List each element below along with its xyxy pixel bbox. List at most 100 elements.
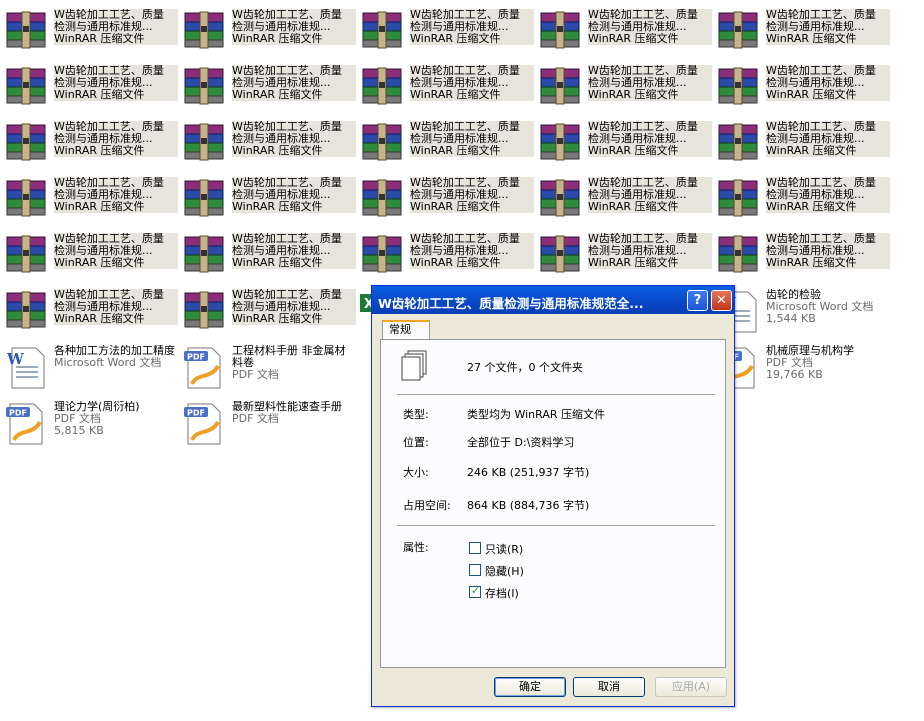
rar-file-item[interactable]: W齿轮加工工艺、质量 检测与通用标准规... WinRAR 压缩文件 bbox=[2, 288, 178, 340]
location-value: 全部位于 D:\资料学习 bbox=[467, 436, 575, 449]
help-button[interactable]: ? bbox=[687, 290, 708, 311]
readonly-label[interactable]: 只读(R) bbox=[485, 541, 523, 557]
rar-file-item[interactable]: W齿轮加工工艺、质量 检测与通用标准规... WinRAR 压缩文件 bbox=[714, 64, 890, 116]
file-details: 理论力学(周衍柏) PDF 文档 5,815 KB bbox=[54, 401, 176, 437]
file-count-summary: 27 个文件，0 个文件夹 bbox=[467, 361, 583, 374]
rar-file-item[interactable]: W齿轮加工工艺、质量 检测与通用标准规... WinRAR 压缩文件 bbox=[180, 232, 356, 284]
file-name: W齿轮加工工艺、质量 bbox=[410, 177, 520, 189]
file-type: WinRAR 压缩文件 bbox=[410, 145, 501, 157]
archive-label[interactable]: 存档(I) bbox=[485, 585, 519, 601]
file-name: W齿轮加工工艺、质量 bbox=[588, 121, 698, 133]
rar-file-item[interactable]: W齿轮加工工艺、质量 检测与通用标准规... WinRAR 压缩文件 bbox=[180, 120, 356, 172]
file-name-cont: 检测与通用标准规... bbox=[410, 133, 509, 145]
file-size: 5,815 KB bbox=[54, 425, 104, 437]
winrar-archive-icon bbox=[538, 234, 582, 276]
cancel-button[interactable]: 取消 bbox=[573, 677, 645, 697]
winrar-archive-icon bbox=[4, 234, 48, 276]
tab-general[interactable]: 常规 bbox=[382, 320, 430, 339]
file-name: W齿轮加工工艺、质量 bbox=[766, 121, 876, 133]
rar-file-item[interactable]: W齿轮加工工艺、质量 检测与通用标准规... WinRAR 压缩文件 bbox=[2, 8, 178, 60]
pdf-file-item[interactable]: PDF 理论力学(周衍柏) PDF 文档 5,815 KB bbox=[2, 400, 176, 452]
pdf-file-item[interactable]: PDF 最新塑料性能速查手册 PDF 文档 bbox=[180, 400, 354, 452]
rar-file-item[interactable]: W齿轮加工工艺、质量 检测与通用标准规... WinRAR 压缩文件 bbox=[2, 232, 178, 284]
winrar-archive-icon bbox=[360, 178, 404, 220]
pdf-file-item[interactable]: PDF机械原理与机构学PDF 文档19,766 KB bbox=[714, 344, 888, 396]
attributes-label: 属性: bbox=[403, 541, 429, 554]
winrar-archive-icon bbox=[716, 178, 760, 220]
file-name-cont: 检测与通用标准规... bbox=[54, 133, 153, 145]
file-details: W齿轮加工工艺、质量 检测与通用标准规... WinRAR 压缩文件 bbox=[232, 177, 356, 213]
rar-file-item[interactable]: W齿轮加工工艺、质量 检测与通用标准规... WinRAR 压缩文件 bbox=[358, 176, 534, 228]
rar-file-item[interactable]: W齿轮加工工艺、质量 检测与通用标准规... WinRAR 压缩文件 bbox=[2, 64, 178, 116]
hidden-checkbox[interactable] bbox=[469, 564, 481, 576]
svg-text:PDF: PDF bbox=[187, 353, 205, 362]
file-name: W齿轮加工工艺、质量 bbox=[232, 65, 342, 77]
file-type: WinRAR 压缩文件 bbox=[410, 257, 501, 269]
file-details: W齿轮加工工艺、质量 检测与通用标准规... WinRAR 压缩文件 bbox=[54, 9, 178, 45]
file-details: W齿轮加工工艺、质量 检测与通用标准规... WinRAR 压缩文件 bbox=[54, 121, 178, 157]
winrar-archive-icon bbox=[360, 66, 404, 108]
file-name: W齿轮加工工艺、质量 bbox=[766, 9, 876, 21]
file-name-cont: 检测与通用标准规... bbox=[54, 189, 153, 201]
file-type: WinRAR 压缩文件 bbox=[54, 89, 145, 101]
file-name-cont: 检测与通用标准规... bbox=[588, 21, 687, 33]
rar-file-item[interactable]: W齿轮加工工艺、质量 检测与通用标准规... WinRAR 压缩文件 bbox=[180, 8, 356, 60]
rar-file-item[interactable]: W齿轮加工工艺、质量 检测与通用标准规... WinRAR 压缩文件 bbox=[536, 176, 712, 228]
file-name: W齿轮加工工艺、质量 bbox=[232, 9, 342, 21]
word-file-item[interactable]: W齿轮的检验Microsoft Word 文档1,544 KB bbox=[714, 288, 888, 340]
file-type: WinRAR 压缩文件 bbox=[232, 89, 323, 101]
rar-file-item[interactable]: W齿轮加工工艺、质量 检测与通用标准规... WinRAR 压缩文件 bbox=[714, 8, 890, 60]
file-name: W齿轮加工工艺、质量 bbox=[410, 233, 520, 245]
properties-dialog: W齿轮加工工艺、质量检测与通用标准规范全... ? ✕ 常规 27 个文件，0 … bbox=[371, 285, 735, 707]
winrar-archive-icon bbox=[360, 10, 404, 52]
file-name-cont: 检测与通用标准规... bbox=[54, 21, 153, 33]
close-button[interactable]: ✕ bbox=[711, 290, 732, 311]
word-file-item[interactable]: W 各种加工方法的加工精度 Microsoft Word 文档 bbox=[2, 344, 176, 396]
readonly-checkbox[interactable] bbox=[469, 542, 481, 554]
file-details: W齿轮加工工艺、质量 检测与通用标准规... WinRAR 压缩文件 bbox=[410, 9, 534, 45]
rar-file-item[interactable]: W齿轮加工工艺、质量 检测与通用标准规... WinRAR 压缩文件 bbox=[358, 120, 534, 172]
dialog-title: W齿轮加工工艺、质量检测与通用标准规范全... bbox=[378, 296, 644, 311]
rar-file-item[interactable]: W齿轮加工工艺、质量 检测与通用标准规... WinRAR 压缩文件 bbox=[180, 64, 356, 116]
rar-file-item[interactable]: W齿轮加工工艺、质量 检测与通用标准规... WinRAR 压缩文件 bbox=[536, 232, 712, 284]
file-name: W齿轮加工工艺、质量 bbox=[588, 9, 698, 21]
ok-button[interactable]: 确定 bbox=[494, 677, 566, 697]
rar-file-item[interactable]: W齿轮加工工艺、质量 检测与通用标准规... WinRAR 压缩文件 bbox=[2, 120, 178, 172]
disk-size-value: 864 KB (884,736 字节) bbox=[467, 499, 590, 512]
file-name-cont: 检测与通用标准规... bbox=[766, 77, 865, 89]
file-type: WinRAR 压缩文件 bbox=[232, 33, 323, 45]
winrar-archive-icon bbox=[716, 66, 760, 108]
file-name: W齿轮加工工艺、质量 bbox=[54, 289, 164, 301]
file-name: W齿轮加工工艺、质量 bbox=[232, 121, 342, 133]
rar-file-item[interactable]: W齿轮加工工艺、质量 检测与通用标准规... WinRAR 压缩文件 bbox=[358, 64, 534, 116]
pdf-file-item[interactable]: PDF 工程材料手册 非金属材料卷 PDF 文档 bbox=[180, 344, 354, 396]
rar-file-item[interactable]: W齿轮加工工艺、质量 检测与通用标准规... WinRAR 压缩文件 bbox=[180, 288, 356, 340]
rar-file-item[interactable]: W齿轮加工工艺、质量 检测与通用标准规... WinRAR 压缩文件 bbox=[714, 232, 890, 284]
svg-text:PDF: PDF bbox=[187, 409, 205, 418]
hidden-label[interactable]: 隐藏(H) bbox=[485, 563, 524, 579]
rar-file-item[interactable]: W齿轮加工工艺、质量 检测与通用标准规... WinRAR 压缩文件 bbox=[536, 8, 712, 60]
rar-file-item[interactable]: W齿轮加工工艺、质量 检测与通用标准规... WinRAR 压缩文件 bbox=[2, 176, 178, 228]
rar-file-item[interactable]: W齿轮加工工艺、质量 检测与通用标准规... WinRAR 压缩文件 bbox=[536, 120, 712, 172]
file-details: W齿轮加工工艺、质量 检测与通用标准规... WinRAR 压缩文件 bbox=[232, 289, 356, 325]
rar-file-item[interactable]: W齿轮加工工艺、质量 检测与通用标准规... WinRAR 压缩文件 bbox=[536, 64, 712, 116]
file-type: WinRAR 压缩文件 bbox=[588, 201, 679, 213]
apply-button[interactable]: 应用(A) bbox=[655, 677, 727, 697]
rar-file-item[interactable]: W齿轮加工工艺、质量 检测与通用标准规... WinRAR 压缩文件 bbox=[358, 8, 534, 60]
dialog-titlebar[interactable]: W齿轮加工工艺、质量检测与通用标准规范全... ? ✕ bbox=[372, 286, 734, 314]
svg-text:PDF: PDF bbox=[9, 409, 27, 418]
rar-file-item[interactable]: W齿轮加工工艺、质量 检测与通用标准规... WinRAR 压缩文件 bbox=[714, 120, 890, 172]
file-type: WinRAR 压缩文件 bbox=[766, 89, 857, 101]
file-type: PDF 文档 bbox=[54, 413, 101, 425]
file-name-cont: 检测与通用标准规... bbox=[410, 189, 509, 201]
rar-file-item[interactable]: W齿轮加工工艺、质量 检测与通用标准规... WinRAR 压缩文件 bbox=[714, 176, 890, 228]
archive-checkbox[interactable]: ✓ bbox=[469, 584, 481, 598]
file-details: 齿轮的检验 Microsoft Word 文档 1,544 KB bbox=[766, 289, 888, 325]
file-details: W齿轮加工工艺、质量 检测与通用标准规... WinRAR 压缩文件 bbox=[232, 233, 356, 269]
file-type: WinRAR 压缩文件 bbox=[766, 201, 857, 213]
rar-file-item[interactable]: W齿轮加工工艺、质量 检测与通用标准规... WinRAR 压缩文件 bbox=[180, 176, 356, 228]
rar-file-item[interactable]: W齿轮加工工艺、质量 检测与通用标准规... WinRAR 压缩文件 bbox=[358, 232, 534, 284]
file-type: WinRAR 压缩文件 bbox=[54, 201, 145, 213]
file-type: WinRAR 压缩文件 bbox=[54, 313, 145, 325]
file-type: WinRAR 压缩文件 bbox=[410, 33, 501, 45]
